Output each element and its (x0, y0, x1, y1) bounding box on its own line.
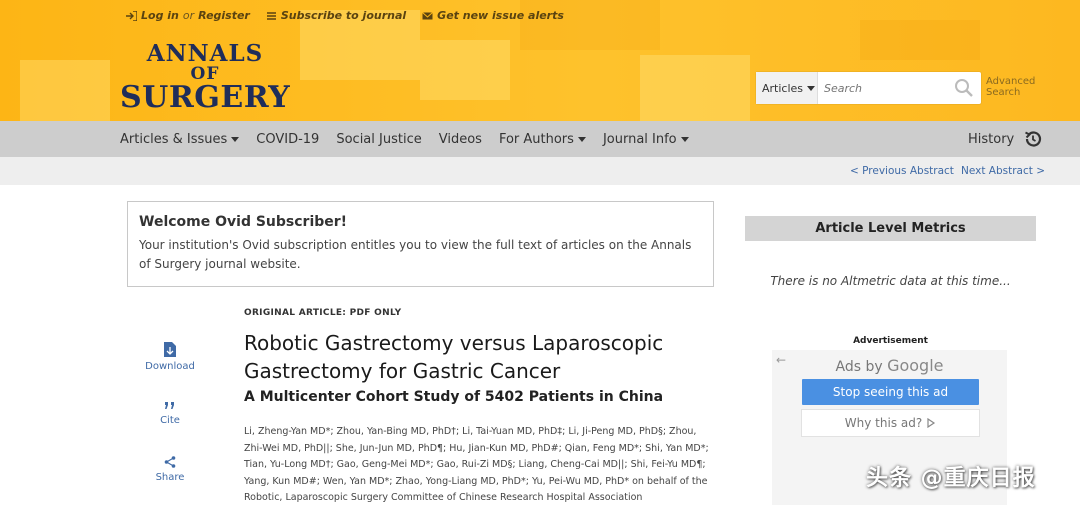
previous-abstract-link[interactable]: < Previous Abstract (850, 165, 954, 177)
play-outline-icon (927, 418, 936, 428)
subscribe-link[interactable]: Subscribe to journal (281, 9, 406, 22)
google-logo: Google (887, 356, 944, 375)
utility-links: Log in or Register Subscribe to journal … (126, 9, 576, 22)
main-nav: Articles & Issues COVID-19 Social Justic… (0, 121, 1080, 157)
history-button[interactable]: History (968, 121, 1043, 157)
history-label: History (968, 131, 1015, 147)
quote-icon (165, 402, 174, 409)
nav-label: Articles & Issues (120, 131, 228, 147)
nav-label: COVID-19 (256, 131, 320, 147)
next-abstract-link[interactable]: Next Abstract > (961, 165, 1045, 177)
list-icon (266, 11, 276, 20)
download-button[interactable]: Download (135, 342, 205, 372)
search-button[interactable] (950, 73, 978, 103)
logo-line-3: SURGERY (120, 80, 291, 115)
search-input[interactable] (818, 73, 950, 103)
advanced-search-link[interactable]: Advanced Search (986, 76, 1046, 98)
nav-label: For Authors (498, 131, 574, 147)
logo-line-1: ANNALS (146, 40, 264, 67)
chevron-down-icon (231, 137, 240, 142)
share-label: Share (155, 472, 185, 483)
search-box: Articles (756, 72, 981, 104)
search-scope-select[interactable]: Articles (756, 72, 818, 104)
nav-articles-issues[interactable]: Articles & Issues (120, 131, 240, 147)
ad-label: Advertisement (853, 336, 928, 346)
watermark: 头条 @重庆日报 (866, 466, 1036, 491)
metrics-heading: Article Level Metrics (745, 216, 1036, 241)
why-this-ad-button[interactable]: Why this ad? (802, 410, 979, 436)
author-list[interactable]: Li, Zheng-Yan MD*; Zhou, Yan-Bing MD, Ph… (244, 424, 716, 505)
nav-journal-info[interactable]: Journal Info (603, 132, 689, 147)
nav-videos[interactable]: Videos (439, 132, 482, 147)
login-link[interactable]: Log in (141, 9, 179, 22)
chevron-down-icon (807, 86, 816, 91)
why-this-ad-label: Why this ad? (844, 416, 923, 430)
nav-for-authors[interactable]: For Authors (499, 132, 586, 147)
register-link[interactable]: Register (198, 9, 250, 22)
chevron-down-icon (577, 137, 586, 142)
site-header: Log in or Register Subscribe to journal … (0, 0, 1080, 121)
article-title: Robotic Gastrectomy versus Laparoscopic … (244, 331, 664, 383)
share-button[interactable]: Share (135, 456, 205, 483)
welcome-box: Welcome Ovid Subscriber! Your institutio… (127, 201, 714, 287)
download-label: Download (145, 361, 195, 372)
search-icon (955, 79, 973, 97)
share-icon (164, 456, 176, 468)
nav-social-justice[interactable]: Social Justice (336, 132, 421, 147)
nav-label: Videos (438, 131, 482, 147)
cite-button[interactable]: Cite (135, 401, 205, 426)
or-text: or (182, 9, 195, 22)
nav-covid19[interactable]: COVID-19 (256, 132, 319, 147)
nav-label: Social Justice (336, 131, 422, 147)
ads-by-text: Ads by (835, 359, 883, 375)
history-icon (1025, 131, 1042, 147)
stop-seeing-ad-button[interactable]: Stop seeing this ad (802, 379, 979, 405)
login-icon (126, 10, 137, 21)
search-scope-label: Articles (762, 81, 804, 95)
pdf-icon (164, 342, 176, 357)
cite-label: Cite (160, 415, 180, 426)
alerts-link[interactable]: Get new issue alerts (437, 9, 564, 22)
ads-by-google: Ads by Google (772, 356, 1007, 375)
article-type: ORIGINAL ARTICLE: PDF ONLY (244, 308, 402, 318)
chevron-down-icon (680, 137, 689, 142)
metrics-empty-text: There is no Altmetric data at this time.… (770, 274, 1011, 288)
mail-icon (422, 11, 434, 19)
article-pager: < Previous Abstract Next Abstract > (0, 157, 1080, 185)
welcome-title: Welcome Ovid Subscriber! (139, 214, 348, 230)
journal-logo[interactable]: ANNALS OF SURGERY (120, 42, 290, 113)
nav-label: Journal Info (602, 131, 677, 147)
welcome-text: Your institution's Ovid subscription ent… (139, 238, 692, 271)
article-subtitle: A Multicenter Cohort Study of 5402 Patie… (244, 389, 664, 405)
